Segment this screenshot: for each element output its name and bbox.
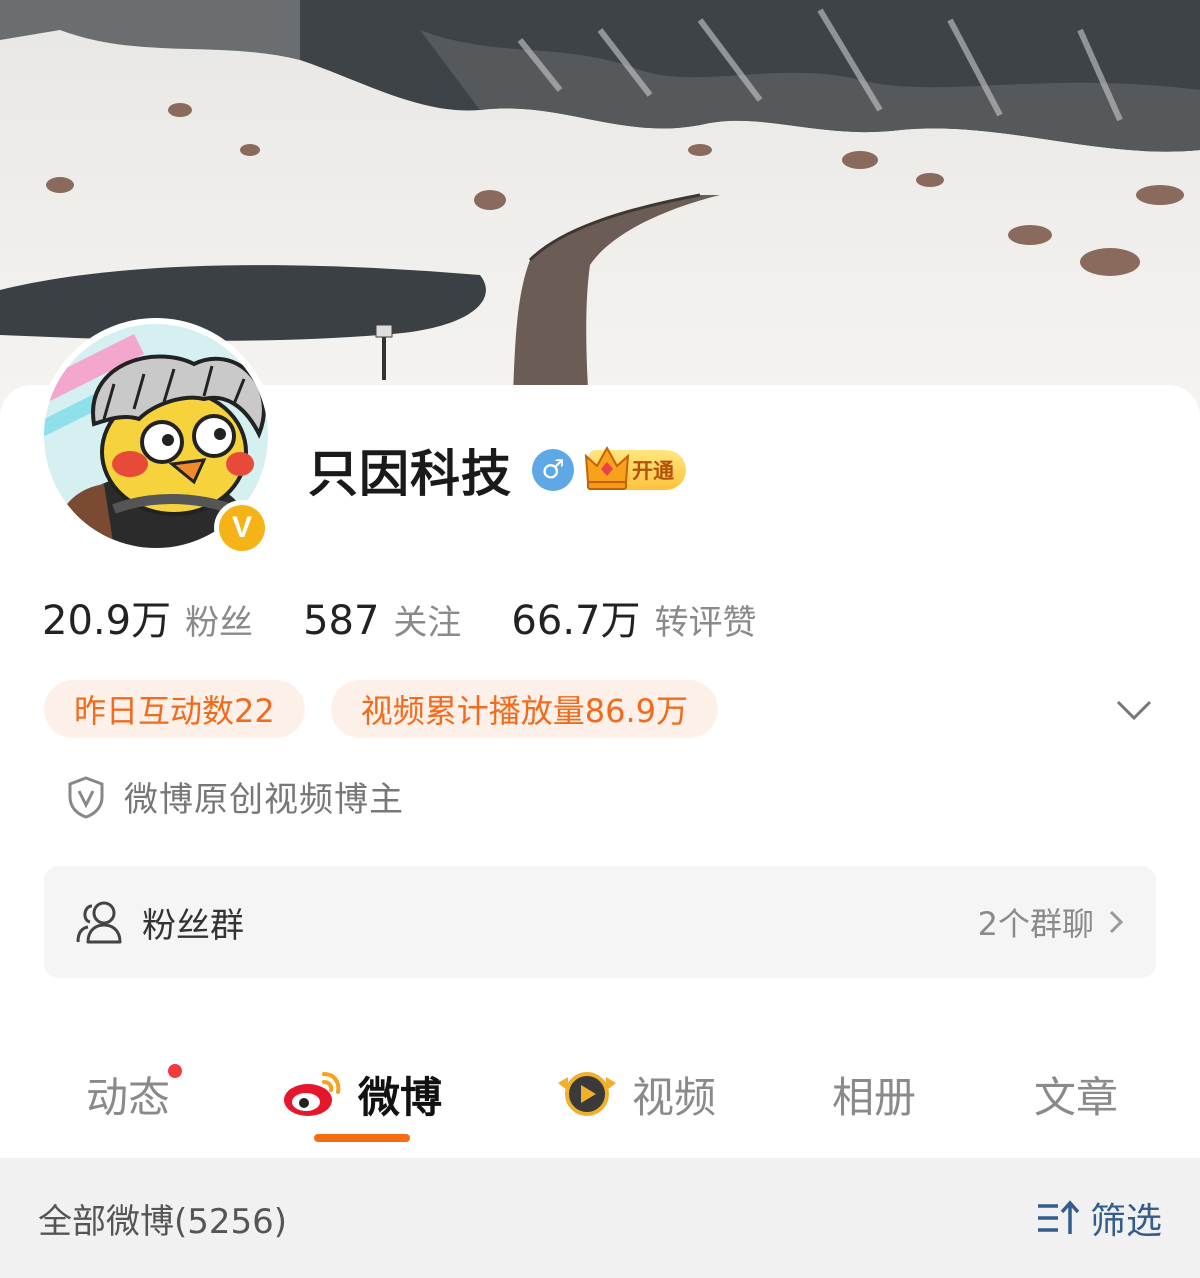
profile-name[interactable]: 只因科技: [308, 434, 512, 506]
stat-label: 粉丝: [185, 603, 254, 643]
stat-interactions[interactable]: 66.7万 转评赞: [511, 588, 756, 646]
shield-v-icon: [68, 775, 104, 819]
tab-label: 视频: [632, 1072, 717, 1122]
video-badge-icon: [558, 1072, 616, 1116]
stat-following[interactable]: 587 关注: [303, 595, 461, 644]
fan-group-label: 粉丝群: [142, 905, 244, 946]
filter-button[interactable]: 筛选: [1036, 1192, 1162, 1244]
weibo-logo-icon: [284, 1072, 341, 1116]
certification-text: 微博原创视频博主: [124, 780, 404, 820]
verified-v-icon: V: [219, 505, 265, 551]
chevron-right-icon: [1109, 910, 1124, 934]
stat-label: 关注: [393, 603, 462, 643]
stat-value: 66.7万: [511, 598, 641, 644]
tab-label: 微博: [358, 1072, 443, 1122]
highlight-pills: 昨日互动数22 视频累计播放量86.9万: [44, 680, 744, 738]
fan-group-row[interactable]: 粉丝群 2个群聊: [44, 866, 1156, 978]
verified-badge: V: [214, 500, 270, 556]
profile-name-row: 只因科技 ♂ 开通: [308, 435, 686, 505]
active-tab-indicator: [314, 1134, 410, 1142]
certification-row[interactable]: 微博原创视频博主: [66, 772, 404, 821]
vip-open-label: 开通: [632, 459, 674, 483]
pill-video-plays[interactable]: 视频累计播放量86.9万: [330, 680, 718, 738]
fan-group-count: 2个群聊: [977, 905, 1094, 943]
filter-label: 筛选: [1089, 1201, 1162, 1242]
tab-label: 文章: [1034, 1072, 1119, 1122]
all-weibo-count[interactable]: 全部微博(5256): [38, 1194, 1036, 1243]
tab-album[interactable]: 相册: [832, 1062, 916, 1126]
tab-articles[interactable]: 文章: [1034, 1062, 1118, 1126]
tab-video[interactable]: 视频: [554, 1062, 716, 1126]
tab-label: 相册: [832, 1072, 917, 1122]
stat-label: 转评赞: [654, 603, 757, 643]
unread-dot: [168, 1064, 183, 1078]
users-icon: [76, 901, 122, 944]
stat-value: 587: [303, 598, 380, 644]
profile-stats: 20.9万 粉丝 587 关注 66.7万 转评赞: [42, 588, 806, 646]
chevron-down-icon[interactable]: [1112, 690, 1156, 730]
feed-filter-bar: 全部微博(5256) 筛选: [0, 1158, 1200, 1278]
tab-label: 动态: [86, 1072, 171, 1122]
tab-dynamic[interactable]: 动态: [86, 1062, 183, 1126]
pill-yesterday-interactions[interactable]: 昨日互动数22: [44, 680, 305, 738]
tab-weibo[interactable]: 微博: [282, 1062, 442, 1126]
crown-icon: [584, 445, 630, 490]
vip-open-button[interactable]: 开通: [584, 445, 686, 490]
male-icon: ♂: [532, 449, 574, 491]
stat-followers[interactable]: 20.9万 粉丝: [42, 588, 253, 646]
filter-sort-icon: [1037, 1200, 1080, 1234]
profile-tabs: 动态 微博 视频 相册 文章: [0, 1050, 1200, 1158]
stat-value: 20.9万: [42, 598, 172, 644]
